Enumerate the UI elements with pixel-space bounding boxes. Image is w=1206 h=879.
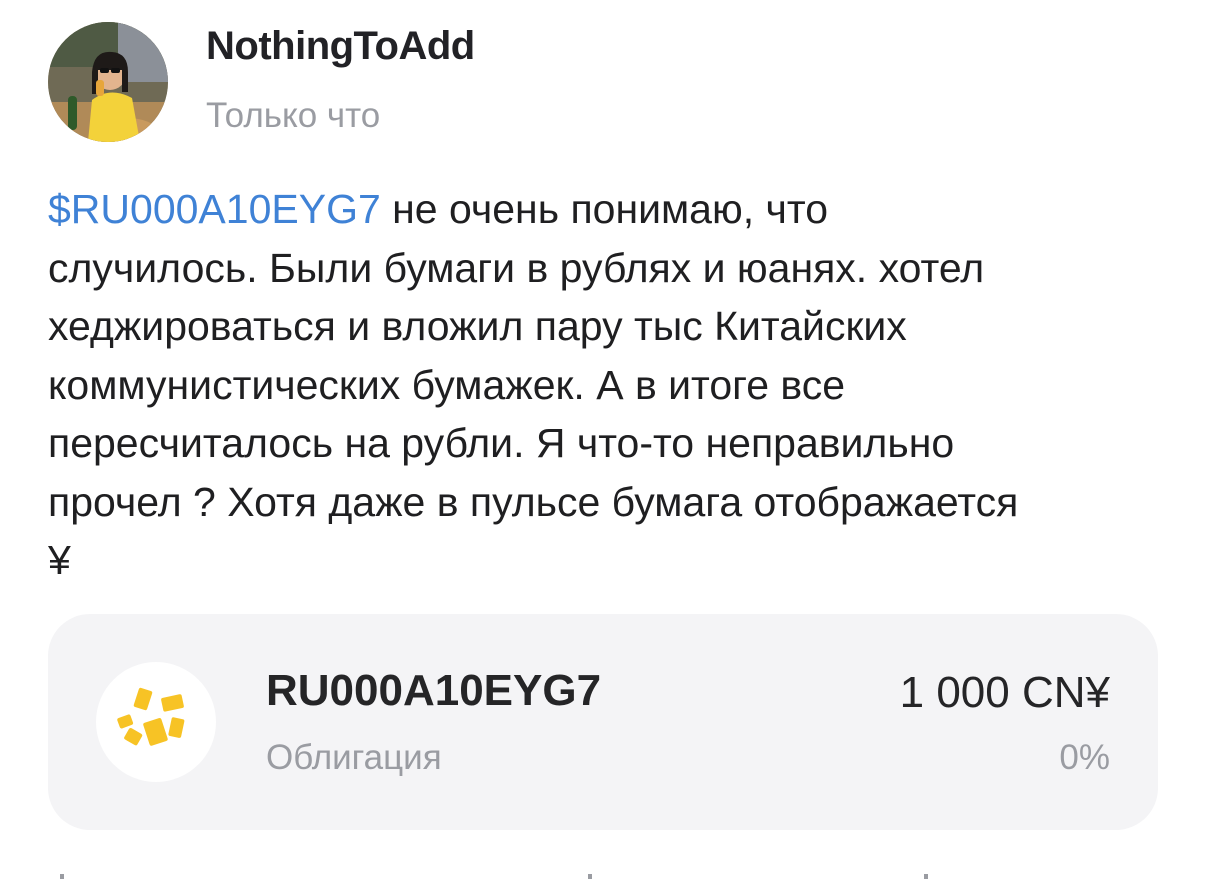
author-name[interactable]: NothingToAdd xyxy=(206,24,475,69)
post-text-line: ¥ xyxy=(48,537,71,583)
post-text-line: пересчиталось на рубли. Я что-то неправи… xyxy=(48,420,955,466)
user-avatar-photo xyxy=(48,22,168,142)
post-text-line: хеджироваться и вложил пару тыс Китайски… xyxy=(48,303,907,349)
instrument-card[interactable]: RU000A10EYG7 Облигация 1 000 CN¥ 0% xyxy=(48,614,1158,830)
instrument-type: Облигация xyxy=(266,738,442,777)
post-text-line: коммунистических бумажек. А в итоге все xyxy=(48,361,846,408)
post-text-segment: не очень понимаю, что xyxy=(380,186,829,232)
next-text-line-cutoff xyxy=(48,868,1148,879)
post-body: $RU000A10EYG7 не очень понимаю, что случ… xyxy=(48,180,1168,590)
ticker-link[interactable]: $RU000A10EYG7 xyxy=(48,186,381,232)
instrument-logo xyxy=(96,662,216,782)
avatar[interactable] xyxy=(48,22,168,142)
post-text-line: случилось. Были бумаги в рублях и юанях.… xyxy=(48,244,985,291)
yellow-squares-logo-icon xyxy=(117,687,185,746)
post-text-line: прочел ? Хотя даже в пульсе бумага отобр… xyxy=(48,478,1019,525)
instrument-change: 0% xyxy=(1059,738,1110,777)
instrument-ticker: RU000A10EYG7 xyxy=(266,666,602,715)
instrument-price: 1 000 CN¥ xyxy=(899,668,1110,717)
post-text-line: $RU000A10EYG7 не очень понимаю, что xyxy=(48,180,1168,239)
post-timestamp: Только что xyxy=(206,96,381,135)
